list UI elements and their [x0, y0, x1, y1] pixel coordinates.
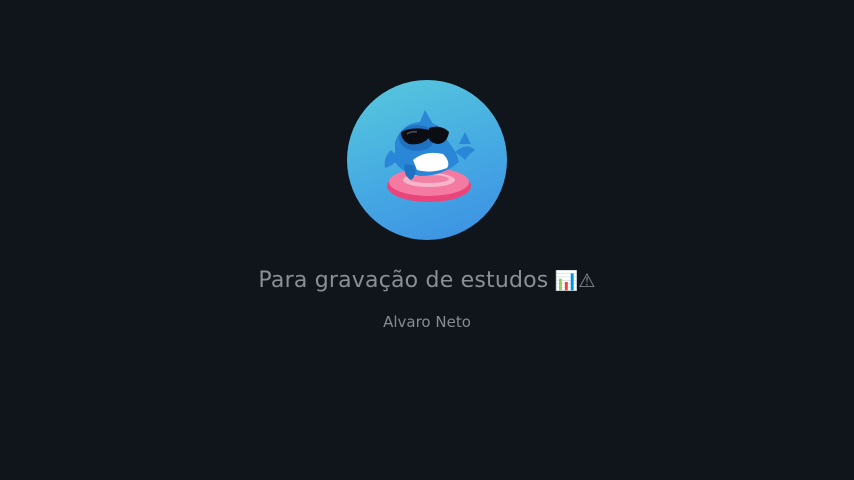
- avatar: [347, 80, 507, 240]
- profile-subtitle: Alvaro Neto: [383, 313, 471, 331]
- chart-warning-icon: 📊⚠: [554, 270, 596, 292]
- profile-title-text: Para gravação de estudos: [258, 268, 549, 293]
- video-call-screen: Para gravação de estudos 📊⚠ Alvaro Neto: [0, 0, 854, 480]
- profile-title: Para gravação de estudos 📊⚠: [0, 268, 854, 293]
- orca-sticker-icon: [384, 110, 475, 202]
